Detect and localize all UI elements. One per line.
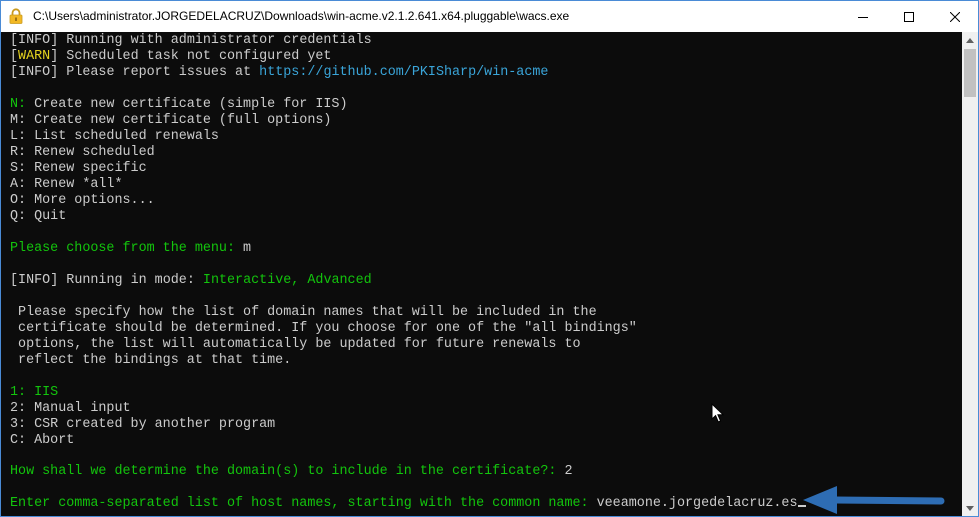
source-item-csr: 3: CSR created by another program: [10, 417, 275, 433]
annotation-arrow-icon: [803, 486, 945, 514]
close-icon: [950, 11, 960, 22]
menu-label: Create new certificate (simple for IIS): [26, 97, 348, 112]
menu-key: M:: [10, 113, 27, 128]
menu-item-renew-all: A: Renew *all*: [10, 177, 123, 193]
menu-label: IIS: [26, 385, 59, 400]
console-window: C:\Users\administrator.JORGEDELACRUZ\Dow…: [0, 0, 979, 517]
vertical-scrollbar[interactable]: [962, 32, 978, 516]
menu-item-create-simple: N: Create new certificate (simple for II…: [10, 97, 348, 113]
menu-key: 1:: [10, 385, 27, 400]
log-line-warn: [WARN] Scheduled task not configured yet: [10, 49, 332, 64]
menu-key: O:: [10, 193, 27, 208]
minimize-button[interactable]: [840, 1, 886, 32]
window-title: C:\Users\administrator.JORGEDELACRUZ\Dow…: [33, 9, 570, 23]
minimize-icon: [858, 16, 868, 18]
title-bar[interactable]: C:\Users\administrator.JORGEDELACRUZ\Dow…: [1, 1, 978, 32]
source-item-manual: 2: Manual input: [10, 401, 131, 417]
menu-key: A:: [10, 177, 27, 192]
console-output[interactable]: [INFO] Running with administrator creden…: [1, 32, 962, 516]
menu-label: Manual input: [26, 401, 131, 416]
menu-item-list-renewals: L: List scheduled renewals: [10, 129, 219, 145]
host-input[interactable]: veeamone.jorgedelacruz.es: [597, 496, 798, 511]
maximize-button[interactable]: [886, 1, 932, 32]
menu-label: Abort: [26, 433, 75, 448]
log-line-admin: [INFO] Running with administrator creden…: [10, 33, 372, 48]
log-text: Please report issues at: [58, 65, 260, 80]
close-button[interactable]: [932, 1, 978, 32]
scrollbar-thumb[interactable]: [964, 49, 976, 97]
mode-value: Interactive, Advanced: [202, 273, 372, 288]
menu-prompt-line: Please choose from the menu: m: [10, 241, 251, 257]
scroll-up-button[interactable]: [962, 32, 978, 48]
source-item-abort: C: Abort: [10, 433, 74, 449]
description-line: reflect the bindings at that time.: [10, 353, 292, 368]
info-tag: INFO: [18, 273, 51, 288]
domain-prompt-line: How shall we determine the domain(s) to …: [10, 464, 573, 480]
menu-key: S:: [10, 161, 27, 176]
lock-icon: [9, 8, 23, 24]
scroll-down-button[interactable]: [962, 500, 978, 516]
mode-line: [INFO] Running in mode: Interactive, Adv…: [10, 273, 372, 288]
menu-key: Q:: [10, 209, 27, 224]
menu-key: 3:: [10, 417, 27, 432]
info-tag: INFO: [18, 33, 51, 48]
menu-item-renew-specific: S: Renew specific: [10, 161, 147, 177]
menu-prompt: Please choose from the menu:: [10, 241, 244, 256]
scroll-down-icon: [966, 505, 974, 511]
mouse-pointer-icon: [711, 403, 725, 423]
menu-label: Renew *all*: [26, 177, 123, 192]
menu-label: Create new certificate (full options): [26, 113, 332, 128]
menu-key: R:: [10, 145, 27, 160]
menu-key: L:: [10, 129, 27, 144]
report-link[interactable]: https://github.com/PKISharp/win-acme: [259, 65, 548, 80]
log-text: Running with administrator credentials: [58, 33, 372, 48]
description-line: options, the list will automatically be …: [10, 337, 581, 352]
host-prompt: Enter comma-separated list of host names…: [10, 496, 597, 511]
source-item-iis: 1: IIS: [10, 385, 58, 401]
domain-answer: 2: [564, 464, 573, 479]
menu-label: Renew specific: [26, 161, 147, 176]
description-line: certificate should be determined. If you…: [10, 321, 637, 336]
menu-item-renew-scheduled: R: Renew scheduled: [10, 145, 155, 161]
menu-item-create-full: M: Create new certificate (full options): [10, 113, 331, 129]
menu-key: N:: [10, 97, 27, 112]
description-line: Please specify how the list of domain na…: [10, 305, 597, 320]
menu-key: C:: [10, 433, 27, 448]
menu-label: More options...: [26, 193, 155, 208]
menu-answer: m: [243, 241, 252, 256]
menu-label: Renew scheduled: [26, 145, 155, 160]
mode-label: Running in mode:: [58, 273, 203, 288]
warn-tag: WARN: [18, 49, 51, 64]
scroll-up-icon: [966, 37, 974, 43]
log-line-report: [INFO] Please report issues at https://g…: [10, 65, 549, 80]
menu-item-more-options: O: More options...: [10, 193, 155, 209]
menu-label: CSR created by another program: [26, 417, 276, 432]
menu-label: List scheduled renewals: [26, 129, 219, 144]
menu-label: Quit: [26, 209, 67, 224]
log-text: Scheduled task not configured yet: [58, 49, 332, 64]
info-tag: INFO: [18, 65, 51, 80]
host-input-line[interactable]: Enter comma-separated list of host names…: [10, 496, 806, 512]
domain-prompt: How shall we determine the domain(s) to …: [10, 464, 565, 479]
menu-key: 2:: [10, 401, 27, 416]
maximize-icon: [904, 11, 914, 22]
menu-item-quit: Q: Quit: [10, 209, 66, 225]
